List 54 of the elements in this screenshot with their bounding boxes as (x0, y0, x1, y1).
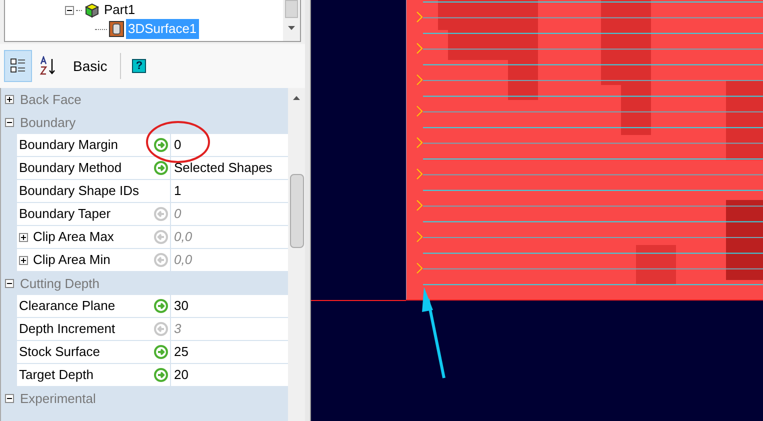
categorized-button[interactable] (4, 50, 32, 82)
property-value[interactable]: 25 (171, 341, 188, 363)
property-name: Clip Area Min (33, 251, 110, 270)
arrow-left-circle-icon[interactable] (154, 207, 168, 221)
property-name: Target Depth (19, 366, 94, 384)
category-label: Cutting Depth (20, 274, 100, 293)
property-value[interactable]: 0 (171, 203, 182, 225)
surface-icon (109, 21, 124, 37)
arrow-right-circle-icon[interactable] (154, 138, 168, 152)
tree-item[interactable]: Part1 (102, 0, 138, 20)
property-value[interactable]: 0 (171, 134, 182, 156)
property-name: Boundary Taper (19, 205, 111, 224)
property-name: Clearance Plane (19, 297, 116, 316)
scroll-down-icon[interactable] (288, 26, 295, 30)
annotation-circle (145, 120, 211, 164)
scrollbar-thumb[interactable] (285, 0, 298, 18)
arrow-right-circle-icon[interactable] (154, 299, 168, 313)
property-value[interactable]: 20 (171, 364, 188, 386)
property-value[interactable]: Selected Shapes (171, 157, 272, 179)
category-label: Back Face (20, 90, 82, 109)
property-value[interactable]: 30 (171, 295, 188, 317)
scrollbar[interactable] (283, 0, 300, 41)
collapse-icon[interactable] (5, 394, 14, 403)
property-value[interactable]: 0,0 (171, 249, 192, 271)
collapse-icon[interactable] (65, 6, 74, 14)
property-name: Depth Increment (19, 320, 116, 338)
property-name: Stock Surface (19, 343, 100, 362)
property-value[interactable]: 0,0 (171, 226, 192, 248)
arrow-right-circle-icon[interactable] (154, 345, 168, 359)
arrow-left-circle-icon[interactable] (154, 230, 168, 244)
arrow-left-circle-icon[interactable] (154, 322, 168, 336)
scroll-up-icon[interactable] (293, 96, 300, 100)
help-button[interactable]: ? (125, 50, 154, 82)
arrow-right-circle-icon[interactable] (154, 161, 168, 175)
categorized-icon (10, 57, 26, 75)
basic-button[interactable]: Basic (64, 50, 116, 82)
property-value[interactable]: 1 (171, 180, 182, 202)
property-value[interactable]: 3 (171, 318, 182, 340)
expand-icon[interactable] (19, 232, 28, 242)
part-icon (84, 2, 100, 18)
arrow-right-circle-icon[interactable] (154, 368, 168, 382)
category-label: Boundary (20, 114, 76, 132)
property-name: Boundary Shape IDs (19, 182, 139, 200)
collapse-icon[interactable] (5, 118, 14, 127)
expand-icon[interactable] (19, 256, 28, 264)
collapse-icon[interactable] (5, 279, 14, 288)
category-label: Experimental (20, 390, 96, 408)
arrow-left-circle-icon[interactable] (154, 253, 168, 267)
property-name: Clip Area Max (33, 228, 114, 246)
sort-az-icon (39, 56, 57, 76)
property-name: Boundary Method (19, 159, 122, 178)
scrollbar-thumb[interactable] (290, 174, 304, 248)
expand-icon[interactable] (5, 95, 14, 104)
property-name: Boundary Margin (19, 136, 118, 154)
